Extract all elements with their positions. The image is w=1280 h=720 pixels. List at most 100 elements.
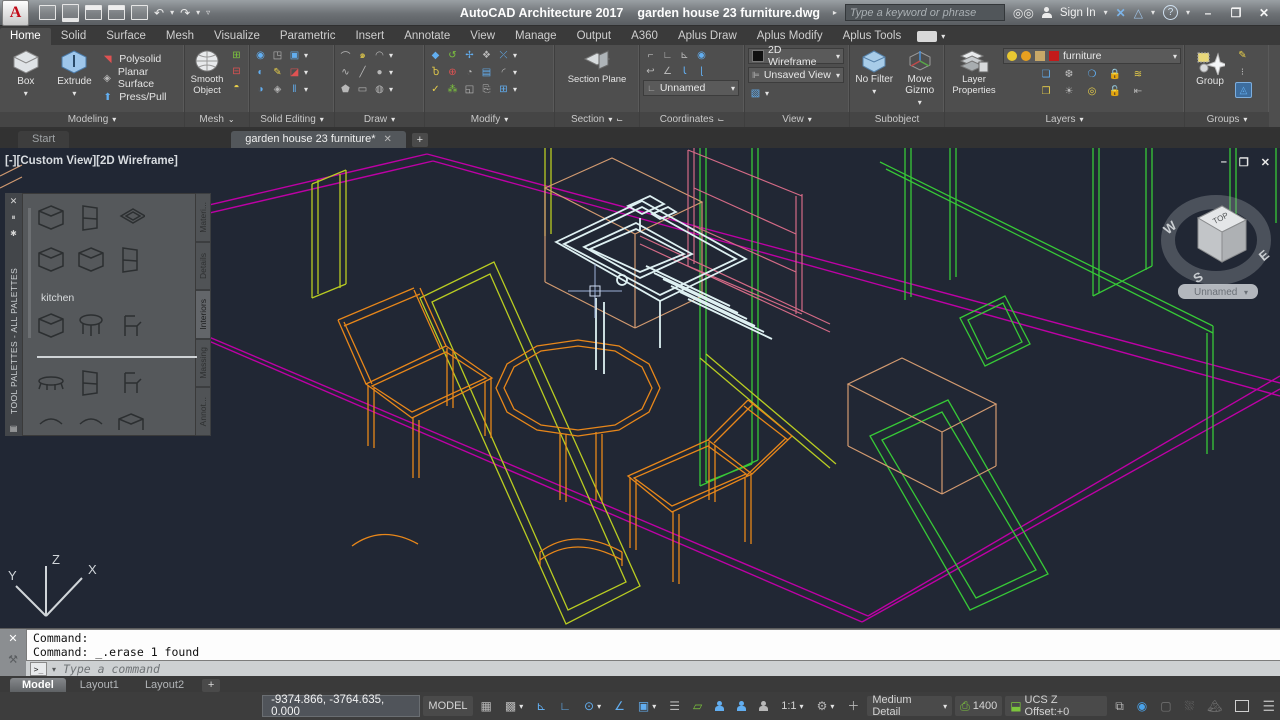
- layer-unlock-icon[interactable]: [1035, 51, 1045, 61]
- ucs-name-dropdown[interactable]: ∟Unnamed▾: [643, 80, 739, 96]
- palette-properties-icon[interactable]: ✱: [10, 229, 17, 238]
- layer-lock-icon[interactable]: 🔒: [1108, 67, 1123, 81]
- layout-tab-layout1[interactable]: Layout1: [68, 678, 131, 692]
- clean-screen-icon[interactable]: ▢: [1155, 696, 1176, 716]
- layer-unlock2-icon[interactable]: 🔓: [1108, 84, 1123, 98]
- panel-footer-modify[interactable]: Modify▾: [425, 112, 554, 127]
- solidedit-separate-icon[interactable]: ◪: [287, 65, 302, 79]
- ucs-world-icon[interactable]: ∟: [660, 48, 675, 62]
- arc-item-icon[interactable]: [37, 412, 65, 430]
- ortho-mode-toggle[interactable]: ∟: [554, 696, 576, 716]
- tab-a360[interactable]: A360: [621, 28, 668, 45]
- draw-ellipse-icon[interactable]: ◍: [372, 82, 387, 96]
- qat-customize-icon[interactable]: ▿: [206, 8, 210, 17]
- kitchen-tall-cabinet-icon[interactable]: [117, 246, 145, 274]
- solidedit-union-icon[interactable]: ◉: [253, 48, 268, 62]
- arc-item-icon[interactable]: [77, 412, 105, 430]
- viewport-restore-icon[interactable]: ❐: [1239, 156, 1249, 169]
- polar-tracking-toggle[interactable]: ⊙▾: [579, 696, 606, 716]
- panel-footer-layers[interactable]: Layers▾: [945, 112, 1184, 127]
- object-snap-toggle[interactable]: ▣▾: [633, 696, 661, 716]
- solidedit-subtract-icon[interactable]: ◐: [253, 65, 268, 79]
- viewport-config-icon[interactable]: ▧: [748, 86, 763, 100]
- planar-surface-button[interactable]: ◈Planar Surface: [100, 71, 181, 85]
- solidedit-intersect-icon[interactable]: ◑: [253, 82, 268, 96]
- move-gizmo-button[interactable]: Move Gizmo▾: [899, 48, 942, 108]
- hardware-acceleration-toggle[interactable]: ◉: [1132, 696, 1152, 716]
- 3d-object-snap-toggle[interactable]: [732, 696, 751, 716]
- viewport-close-icon[interactable]: ✕: [1261, 156, 1270, 169]
- ungroup-icon[interactable]: ⁝: [1235, 65, 1250, 79]
- panel-footer-mesh[interactable]: Mesh⌄: [185, 112, 249, 127]
- tab-solid[interactable]: Solid: [51, 28, 97, 45]
- new-layout-button[interactable]: +: [202, 679, 220, 692]
- restore-button[interactable]: ❐: [1226, 6, 1246, 20]
- press-pull-button[interactable]: ⬆Press/Pull: [100, 90, 181, 104]
- ucs-named-icon[interactable]: ⌐: [643, 48, 658, 62]
- redo-caret-icon[interactable]: ▾: [196, 8, 200, 17]
- palette-autohide-icon[interactable]: ⏸: [12, 213, 16, 223]
- layer-match-icon[interactable]: ≋: [1131, 67, 1146, 81]
- command-input[interactable]: [61, 661, 1276, 677]
- draw-helix-icon[interactable]: ๑: [355, 48, 370, 62]
- round-table-icon[interactable]: [77, 312, 105, 340]
- tab-annotate[interactable]: Annotate: [394, 28, 460, 45]
- search-input[interactable]: [845, 4, 1005, 21]
- palette-tab-annotation[interactable]: Annot...: [196, 387, 211, 436]
- modify-array-icon[interactable]: ⊞: [496, 82, 511, 96]
- sign-in-caret-icon[interactable]: ▾: [1104, 8, 1108, 17]
- draw-line-icon[interactable]: ╱: [355, 65, 370, 79]
- layout-tab-model[interactable]: Model: [10, 678, 66, 692]
- command-customize-icon[interactable]: ⚒: [8, 653, 18, 666]
- tab-manage[interactable]: Manage: [505, 28, 567, 45]
- named-view-dropdown[interactable]: ⊫ Unsaved View▾: [748, 67, 844, 83]
- layer-isolate-icon[interactable]: ❏: [1039, 67, 1054, 81]
- modify-stretch-icon[interactable]: ◱: [462, 82, 477, 96]
- grid-display-toggle[interactable]: ▦: [476, 696, 497, 716]
- palette-title-bar[interactable]: ✕ ⏸ ✱ TOOL PALETTES - ALL PALETTES ▤: [5, 193, 22, 436]
- layer-color-swatch[interactable]: [1049, 51, 1059, 61]
- kitchen-sink-icon[interactable]: [117, 204, 145, 232]
- tab-view[interactable]: View: [460, 28, 505, 45]
- cabinet-icon[interactable]: [77, 369, 105, 397]
- box-button[interactable]: Box▾: [3, 48, 49, 99]
- draw-rectangle-icon[interactable]: ▭: [355, 82, 370, 96]
- modify-3dmove-icon[interactable]: ✢: [462, 48, 477, 62]
- coordinates-readout[interactable]: -9374.866, -3764.635, 0.000: [262, 695, 420, 717]
- solidedit-extract-icon[interactable]: ◳: [270, 48, 285, 62]
- dining-set-icon[interactable]: [37, 369, 65, 397]
- panel-footer-modeling[interactable]: Modeling▾: [0, 112, 184, 127]
- layer-prev-icon[interactable]: ⇤: [1131, 84, 1146, 98]
- modify-3dscale-icon[interactable]: ❖: [479, 48, 494, 62]
- sideboard-icon[interactable]: [37, 312, 65, 340]
- modify-fillet-icon[interactable]: ◜: [496, 65, 511, 79]
- tab-home[interactable]: Home: [0, 28, 51, 45]
- modify-3dalign-icon[interactable]: ⤫: [496, 48, 511, 62]
- palette-tab-interiors[interactable]: Interiors: [196, 290, 211, 339]
- tab-visualize[interactable]: Visualize: [204, 28, 270, 45]
- kitchen-base-cabinet-icon[interactable]: [37, 246, 65, 274]
- recent-commands-caret-icon[interactable]: ▾: [52, 665, 56, 674]
- tab-insert[interactable]: Insert: [345, 28, 394, 45]
- visual-style-dropdown[interactable]: 2D Wireframe▾: [748, 48, 844, 64]
- a360-caret-icon[interactable]: ▾: [1151, 8, 1155, 17]
- palette-scrollbar[interactable]: [28, 208, 31, 338]
- palette-tab-details[interactable]: Details: [196, 242, 211, 291]
- draw-circle-icon[interactable]: ●: [372, 65, 387, 79]
- chair-icon[interactable]: [117, 312, 145, 340]
- search-icon[interactable]: ◎◎: [1013, 6, 1034, 20]
- panel-footer-groups[interactable]: Groups▾: [1185, 112, 1269, 127]
- armchair-icon[interactable]: [117, 369, 145, 397]
- layer-off-icon[interactable]: ❍: [1085, 67, 1100, 81]
- isolate-objects-toggle[interactable]: ⧉: [1110, 696, 1129, 716]
- palette-tab-materials[interactable]: Materi...: [196, 193, 211, 242]
- workspace-switching-button[interactable]: ⚙▾: [812, 696, 840, 716]
- ucs-object-icon[interactable]: ⊾: [677, 48, 692, 62]
- section-plane-button[interactable]: Section Plane: [567, 48, 627, 85]
- ucs-origin-icon[interactable]: ◉: [694, 48, 709, 62]
- annotation-scale-value[interactable]: ⎙1400: [955, 696, 1002, 716]
- tab-aplus-modify[interactable]: Aplus Modify: [747, 28, 833, 45]
- solidedit-check-icon[interactable]: ‖: [287, 82, 302, 96]
- kitchen-stove-icon[interactable]: [37, 204, 65, 232]
- command-close-icon[interactable]: ✕: [8, 632, 17, 645]
